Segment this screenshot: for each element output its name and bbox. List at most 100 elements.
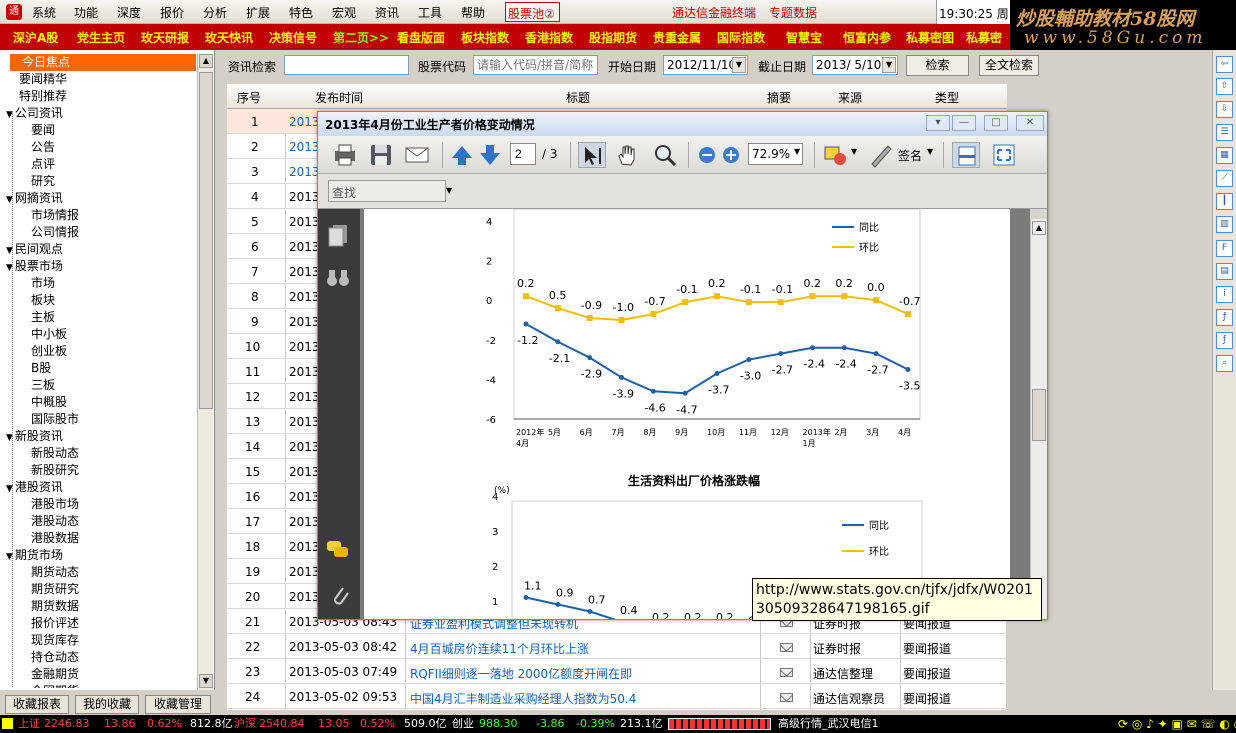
col-type[interactable]: 类型: [935, 89, 959, 106]
line-chart-icon[interactable]: ⟋: [1216, 170, 1233, 187]
toolbar-link-0[interactable]: 深沪A股: [13, 29, 58, 46]
tree-item[interactable]: 要闻精华: [19, 71, 67, 88]
tree-item[interactable]: ▼ 港股资讯: [6, 479, 63, 496]
tree-item[interactable]: 特别推荐: [19, 88, 67, 105]
tree-item[interactable]: 港股动态: [31, 513, 79, 530]
magnifier-icon[interactable]: ⌕: [1216, 355, 1233, 372]
cy-index[interactable]: 988.30: [479, 715, 518, 733]
row-title-link[interactable]: RQFII细则逐一落地 2000亿额度开闸在即: [410, 667, 632, 681]
page-number-input[interactable]: [510, 143, 536, 165]
scroll-thumb[interactable]: [199, 72, 213, 409]
sz-index[interactable]: 2540.84: [259, 715, 305, 733]
arrow-left-icon[interactable]: ⇦: [1216, 56, 1233, 73]
tree-item[interactable]: ▼ 网摘资讯: [6, 190, 63, 207]
tree-item[interactable]: 新股动态: [31, 445, 79, 462]
my-favorites-button[interactable]: 我的收藏: [75, 695, 139, 714]
col-index[interactable]: 序号: [237, 89, 261, 106]
menu-item-7[interactable]: 宏观: [332, 4, 356, 21]
scroll-down-icon[interactable]: ▼: [199, 674, 213, 688]
select-cursor-icon[interactable]: [578, 142, 606, 168]
tree-item[interactable]: 公司情报: [31, 224, 79, 241]
bar-chart-icon[interactable]: ▥: [1216, 216, 1233, 233]
toolbar-link-1[interactable]: 党生主页: [77, 29, 125, 46]
toolbar-link-7[interactable]: 板块指数: [461, 29, 509, 46]
toolbar-link-2[interactable]: 玫天研报: [141, 29, 189, 46]
refresh-icon[interactable]: ⟳ ◎ ♪ ✦ ▣ ✉ ☏ ◐ ◑ ◒: [1118, 715, 1236, 733]
toolbar-link-3[interactable]: 玫天快讯: [205, 29, 253, 46]
toolbar-link-4[interactable]: 决策信号: [269, 29, 317, 46]
info-search-input[interactable]: [284, 55, 409, 75]
menu-item-4[interactable]: 分析: [203, 4, 227, 21]
binoculars-icon[interactable]: [326, 267, 350, 289]
prev-page-icon[interactable]: [450, 142, 474, 168]
tree-item[interactable]: 国际股市: [31, 411, 79, 428]
menu-icon[interactable]: ▾: [926, 115, 950, 131]
tree-item[interactable]: 期货动态: [31, 564, 79, 581]
maximize-icon[interactable]: □: [984, 115, 1008, 131]
mail-icon[interactable]: [780, 668, 793, 677]
start-date-picker[interactable]: 2012/11/10 ▼: [663, 55, 748, 75]
fullscreen-icon[interactable]: [990, 142, 1018, 168]
chevron-down-icon[interactable]: ▼: [794, 147, 800, 156]
row-title-link[interactable]: 4月百城房价连续11个月环比上涨: [410, 642, 589, 656]
tree-item[interactable]: 创业板: [31, 343, 67, 360]
viewer-scrollbar[interactable]: ▲: [1030, 219, 1047, 619]
toolbar-link-13[interactable]: 恒富内参: [843, 29, 891, 46]
scroll-up-icon[interactable]: ▲: [1032, 221, 1046, 235]
col-title[interactable]: 标题: [566, 89, 590, 106]
mail-icon[interactable]: [780, 693, 793, 702]
tree-item[interactable]: 市场: [31, 275, 55, 292]
chevron-down-icon[interactable]: ▼: [882, 57, 896, 73]
chevron-down-icon[interactable]: ▼: [927, 147, 933, 156]
zoom-in-icon[interactable]: [720, 142, 742, 168]
table-row[interactable]: 22 2013-05-03 08:42 4月百城房价连续11个月环比上涨 证券时报 要闻…: [227, 634, 1007, 659]
tree-item[interactable]: 港股市场: [31, 496, 79, 513]
tree-item[interactable]: 现货库存: [31, 632, 79, 649]
tree-item[interactable]: 期货研究: [31, 581, 79, 598]
feed-label[interactable]: 高级行情_武汉电信1: [778, 715, 879, 733]
tree-item[interactable]: ▼ 股票市场: [6, 258, 63, 275]
mail-icon[interactable]: [780, 643, 793, 652]
print-icon[interactable]: [332, 142, 358, 168]
close-icon[interactable]: ✕: [1016, 115, 1044, 131]
tree-item[interactable]: 研究: [31, 173, 55, 190]
tree-item[interactable]: 金融期货: [31, 666, 79, 683]
toolbar-link-8[interactable]: 香港指数: [525, 29, 573, 46]
tree-item[interactable]: 报价评述: [31, 615, 79, 632]
hand-tool-icon[interactable]: [614, 142, 640, 168]
zoom-out-icon[interactable]: [696, 142, 718, 168]
menu-item-10[interactable]: 帮助: [461, 4, 485, 21]
tree-item[interactable]: ▼ 期货市场: [6, 547, 63, 564]
email-icon[interactable]: [404, 142, 430, 168]
pages-panel-icon[interactable]: [327, 223, 349, 247]
menu-item-1[interactable]: 功能: [74, 4, 98, 21]
tree-item[interactable]: 三板: [31, 377, 55, 394]
chevron-down-icon[interactable]: ▼: [851, 147, 857, 156]
toolbar-link-15[interactable]: 私募密: [966, 29, 1002, 46]
chevron-down-icon[interactable]: ▼: [732, 57, 746, 73]
toolbar-link-12[interactable]: 智慧宝: [786, 29, 822, 46]
save-icon[interactable]: [368, 142, 394, 168]
grid-icon[interactable]: ▦: [1216, 147, 1233, 164]
info-icon[interactable]: i: [1216, 286, 1233, 303]
table-row[interactable]: 23 2013-05-03 07:49 RQFII细则逐一落地 2000亿额度开闸在…: [227, 659, 1007, 684]
menu-item-9[interactable]: 工具: [418, 4, 442, 21]
tree-item[interactable]: 今日焦点: [10, 54, 196, 71]
zoom-tool-icon[interactable]: [652, 142, 678, 168]
menu-item-2[interactable]: 深度: [117, 4, 141, 21]
tree-item[interactable]: 主板: [31, 309, 55, 326]
tree-item[interactable]: 港股数据: [31, 530, 79, 547]
tree-item[interactable]: 中概股: [31, 394, 67, 411]
comment-tool-icon[interactable]: [822, 142, 850, 168]
tree-item[interactable]: ▼ 民间观点: [6, 241, 63, 258]
tree-item[interactable]: 中小板: [31, 326, 67, 343]
paperclip-icon[interactable]: [328, 583, 350, 609]
tree-item[interactable]: 板块: [31, 292, 55, 309]
f10-icon[interactable]: F: [1216, 240, 1233, 257]
fit-width-icon[interactable]: [952, 142, 980, 168]
stock-pool-button[interactable]: 股票池②: [505, 2, 560, 22]
toolbar-link-14[interactable]: 私募密图: [906, 29, 954, 46]
fulltext-search-button[interactable]: 全文检索: [979, 55, 1039, 76]
toolbar-link-11[interactable]: 国际指数: [717, 29, 765, 46]
scroll-thumb[interactable]: [1032, 389, 1046, 441]
